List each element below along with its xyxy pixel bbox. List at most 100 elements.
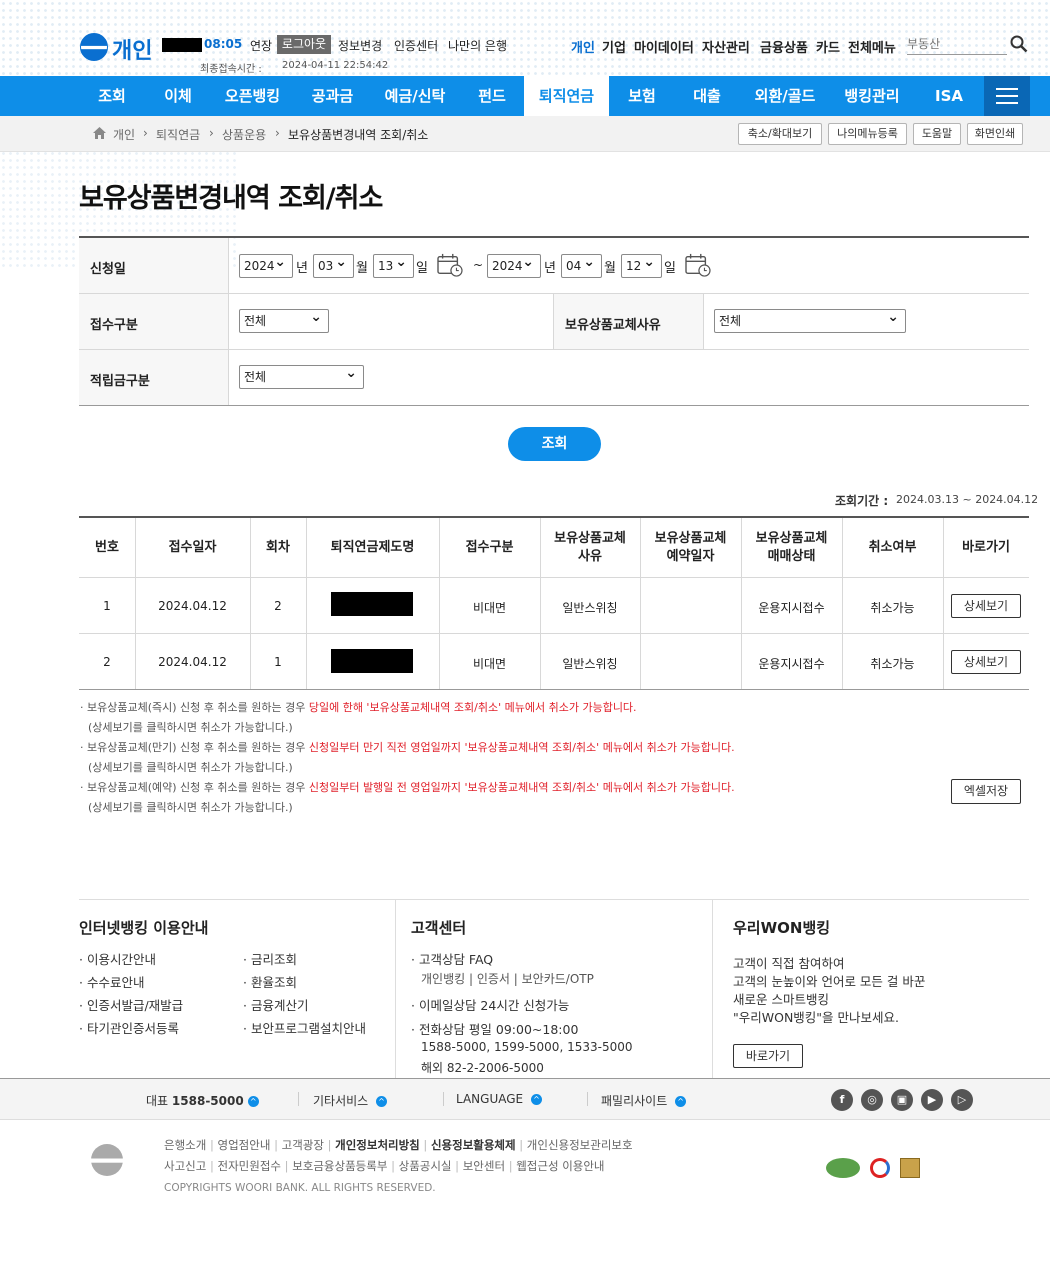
rep-number[interactable]: 대표 1588-5000^ xyxy=(146,1092,259,1109)
search-input[interactable] xyxy=(907,33,1007,55)
page-title: 보유상품변경내역 조회/취소 xyxy=(79,176,382,215)
footer-link[interactable]: 보호금융상품등록부 xyxy=(292,1159,387,1173)
row1-detail-button[interactable]: 상세보기 xyxy=(951,594,1021,618)
facebook-icon[interactable]: f xyxy=(831,1089,853,1111)
guide-link[interactable]: · 환율조회 xyxy=(243,972,297,991)
footer-link-credit[interactable]: 신용정보활용체제 xyxy=(431,1138,516,1152)
form-divider xyxy=(228,238,229,406)
gnb-utility[interactable]: 공과금 xyxy=(300,76,365,116)
home-icon[interactable] xyxy=(92,126,107,140)
topnav-allmenu[interactable]: 전체메뉴 xyxy=(848,37,896,56)
footer-link[interactable]: 웹접근성 이용안내 xyxy=(516,1159,604,1173)
info-change-link[interactable]: 정보변경 xyxy=(338,37,382,54)
gnb-deposit[interactable]: 예금/신탁 xyxy=(375,76,455,116)
footer-link[interactable]: 영업점안내 xyxy=(218,1138,271,1152)
last-login-value: 2024-04-11 22:54:42 xyxy=(282,60,388,71)
to-day-select[interactable]: 12 xyxy=(621,254,662,278)
logo-text[interactable]: 개인 xyxy=(112,33,152,65)
period-value: 2024.03.13 ~ 2024.04.12 xyxy=(896,493,1038,506)
family-sites[interactable]: 패밀리사이트 ^ xyxy=(601,1092,686,1109)
logout-button[interactable]: 로그아웃 xyxy=(277,35,331,54)
note-3-highlight: 신청일부터 발행일 전 영업일까지 '보유상품교체내역 조회/취소' 메뉴에서 … xyxy=(309,781,735,794)
gnb-banking-manage[interactable]: 뱅킹관리 xyxy=(834,76,910,116)
guide-link[interactable]: · 수수료안내 xyxy=(79,972,144,991)
my-bank-link[interactable]: 나만의 은행 xyxy=(448,37,507,54)
instagram-icon[interactable]: ◎ xyxy=(861,1089,883,1111)
footer-link[interactable]: 상품공시실 xyxy=(399,1159,452,1173)
from-day-select[interactable]: 13 xyxy=(373,254,414,278)
row2-date: 2024.04.12 xyxy=(135,655,250,669)
extend-link[interactable]: 연장 xyxy=(250,37,272,54)
receipt-type-select[interactable]: 전체 xyxy=(239,309,329,333)
from-month-select[interactable]: 03 xyxy=(313,254,354,278)
cs-faq-sublinks[interactable]: 개인뱅킹 | 인증서 | 보안카드/OTP xyxy=(421,970,594,987)
period-label: 조회기간 : xyxy=(835,492,888,509)
topnav-asset[interactable]: 자산관리 xyxy=(702,37,750,56)
search-icon[interactable] xyxy=(1010,35,1028,53)
footer-link[interactable]: 개인신용정보관리보호 xyxy=(527,1138,633,1152)
row2-reason: 일반스위칭 xyxy=(540,655,640,672)
wa-mark-icon xyxy=(826,1158,860,1178)
gnb-isa[interactable]: ISA xyxy=(920,76,978,116)
my-menu-button[interactable]: 나의메뉴등록 xyxy=(828,123,907,145)
woori-logo-icon[interactable] xyxy=(80,33,108,61)
guide-link[interactable]: · 금리조회 xyxy=(243,949,297,968)
footer-links-2: 사고신고 | 전자민원접수 | 보호금융상품등록부 | 상품공시실 | 보안센터… xyxy=(164,1158,605,1174)
guide-link[interactable]: · 금융계산기 xyxy=(243,995,308,1014)
gnb-pension[interactable]: 퇴직연금 xyxy=(524,76,609,116)
to-year-select[interactable]: 2024 xyxy=(487,254,541,278)
topnav-card[interactable]: 카드 xyxy=(816,37,840,56)
cs-email[interactable]: · 이메일상담 24시간 신청가능 xyxy=(411,995,569,1014)
from-year-select[interactable]: 2024 xyxy=(239,254,293,278)
cert-center-link[interactable]: 인증센터 xyxy=(394,37,438,54)
calendar-icon[interactable] xyxy=(685,253,711,277)
menu-icon[interactable] xyxy=(984,76,1030,116)
won-title: 우리WON뱅킹 xyxy=(733,917,830,938)
breadcrumb-item[interactable]: 개인 xyxy=(113,126,135,143)
gnb-openbanking[interactable]: 오픈뱅킹 xyxy=(215,76,290,116)
gnb-forex[interactable]: 외환/골드 xyxy=(745,76,825,116)
won-go-button[interactable]: 바로가기 xyxy=(733,1044,803,1068)
topnav-mydata[interactable]: 마이데이터 xyxy=(634,37,694,56)
print-button[interactable]: 화면인쇄 xyxy=(967,123,1023,145)
language-select[interactable]: LANGUAGE ^ xyxy=(456,1092,542,1106)
play-icon[interactable]: ▷ xyxy=(951,1089,973,1111)
gnb-transfer[interactable]: 이체 xyxy=(148,76,208,116)
guide-link[interactable]: · 인증서발급/재발급 xyxy=(79,995,183,1014)
guide-link[interactable]: · 타기관인증서등록 xyxy=(79,1018,179,1037)
cs-faq-link[interactable]: · 고객상담 FAQ xyxy=(411,949,493,968)
other-services[interactable]: 기타서비스 ^ xyxy=(313,1092,387,1109)
gnb-inquiry[interactable]: 조회 xyxy=(82,76,142,116)
footer-link[interactable]: 은행소개 xyxy=(164,1138,206,1152)
to-month-select[interactable]: 04 xyxy=(561,254,602,278)
gnb-loan[interactable]: 대출 xyxy=(677,76,737,116)
blog-icon[interactable]: ▣ xyxy=(891,1089,913,1111)
breadcrumb-item[interactable]: 퇴직연금 xyxy=(156,126,200,143)
form-divider xyxy=(703,294,704,349)
topnav-corporate[interactable]: 기업 xyxy=(602,37,626,56)
cs-overseas: 해외 82-2-2006-5000 xyxy=(421,1059,544,1076)
footer-link[interactable]: 사고신고 xyxy=(164,1159,206,1173)
topnav-personal[interactable]: 개인 xyxy=(571,37,595,56)
footer-link[interactable]: 보안센터 xyxy=(463,1159,505,1173)
excel-save-button[interactable]: 엑셀저장 xyxy=(951,779,1021,804)
breadcrumb-item[interactable]: 상품운용 xyxy=(222,126,266,143)
month-unit: 월 xyxy=(356,257,368,276)
guide-link[interactable]: · 이용시간안내 xyxy=(79,949,156,968)
youtube-icon[interactable]: ▶ xyxy=(921,1089,943,1111)
footer-link-privacy[interactable]: 개인정보처리방침 xyxy=(335,1138,420,1152)
contribution-type-select[interactable]: 전체 xyxy=(239,365,364,389)
help-button[interactable]: 도움말 xyxy=(913,123,961,145)
topnav-products[interactable]: 금융상품 xyxy=(760,37,808,56)
footer-link[interactable]: 고객광장 xyxy=(282,1138,324,1152)
guide-link[interactable]: · 보안프로그램설치안내 xyxy=(243,1018,366,1037)
search-button[interactable]: 조회 xyxy=(508,427,601,461)
calendar-icon[interactable] xyxy=(437,253,463,277)
breadcrumb-current: 보유상품변경내역 조회/취소 xyxy=(288,126,428,143)
gnb-fund[interactable]: 펀드 xyxy=(462,76,522,116)
zoom-button[interactable]: 축소/확대보기 xyxy=(738,123,822,145)
row2-detail-button[interactable]: 상세보기 xyxy=(951,650,1021,674)
footer-link[interactable]: 전자민원접수 xyxy=(218,1159,281,1173)
gnb-insurance[interactable]: 보험 xyxy=(612,76,672,116)
replace-reason-select[interactable]: 전체 xyxy=(714,309,906,333)
